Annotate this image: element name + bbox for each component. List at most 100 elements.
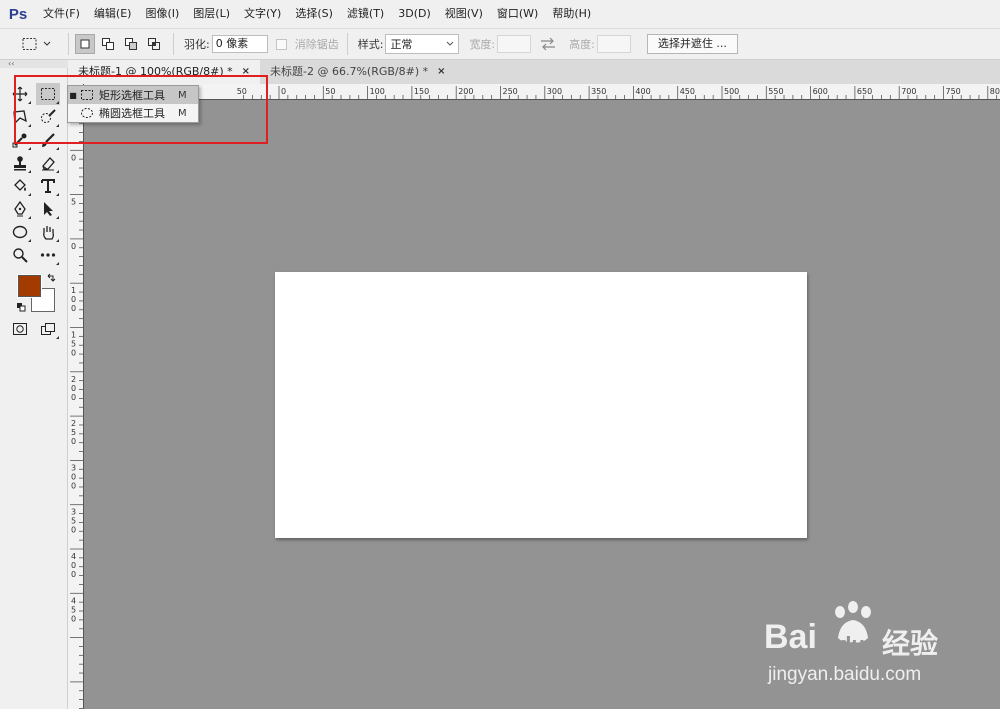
swap-colors-icon[interactable]: [46, 273, 56, 283]
stamp-tool[interactable]: [8, 152, 32, 174]
ruler-label: 2: [71, 419, 76, 428]
type-icon: [41, 179, 55, 193]
chevron-down-icon: [447, 41, 454, 46]
menu-layer[interactable]: 图层(L): [186, 0, 237, 28]
ruler-label: 250: [503, 87, 518, 96]
ruler-label: 0: [71, 153, 76, 162]
stamp-icon: [14, 156, 26, 171]
menu-type[interactable]: 文字(Y): [237, 0, 288, 28]
ruler-label: 750: [946, 87, 961, 96]
ruler-label: 3: [71, 508, 76, 517]
select-and-mask-button[interactable]: 选择并遮住 ...: [646, 34, 738, 54]
options-divider: [68, 33, 69, 55]
default-colors-icon[interactable]: [16, 302, 26, 312]
tab-document-2[interactable]: 未标题-2 @ 66.7%(RGB/8#) * ×: [260, 60, 456, 84]
ruler-label: 800: [990, 87, 1000, 96]
swap-dimensions-icon[interactable]: [535, 36, 561, 52]
menu-help[interactable]: 帮助(H): [545, 0, 598, 28]
toolbox: [0, 68, 68, 709]
quick-mask-button[interactable]: [8, 318, 32, 340]
panel-collapse-button[interactable]: ‹‹: [0, 60, 68, 68]
options-bar: 羽化: 0 像素 消除锯齿 样式: 正常 宽度: 高度: 选择并遮住 ...: [0, 28, 1000, 60]
ruler-label: 5: [71, 340, 76, 349]
ruler-label: 400: [635, 87, 650, 96]
vertical-ruler[interactable]: 5050100150200250300350400450: [68, 100, 84, 709]
menu-filter[interactable]: 滤镜(T): [340, 0, 391, 28]
ruler-label: 0: [71, 393, 76, 402]
height-input[interactable]: [596, 35, 631, 53]
ruler-label: 0: [71, 561, 76, 570]
path-selection-tool[interactable]: [36, 198, 60, 220]
annotation-highlight: [14, 75, 268, 144]
ruler-label: 0: [71, 472, 76, 481]
ruler-label: 50: [325, 87, 335, 96]
style-value: 正常: [390, 38, 413, 51]
menu-window[interactable]: 窗口(W): [490, 0, 545, 28]
width-input[interactable]: [497, 35, 532, 53]
close-icon[interactable]: ×: [437, 60, 445, 84]
style-select[interactable]: 正常: [385, 34, 460, 54]
watermark-brand-du: du: [838, 632, 865, 657]
hand-tool[interactable]: [36, 221, 60, 243]
ruler-label: 5: [71, 198, 76, 207]
ruler-label: 5: [71, 428, 76, 437]
ruler-label: 450: [680, 87, 695, 96]
vertical-ruler-ticks: 5050100150200250300350400450: [70, 105, 83, 709]
ruler-label: 350: [591, 87, 606, 96]
ruler-label: 1: [71, 286, 76, 295]
menu-bar: Ps 文件(F) 编辑(E) 图像(I) 图层(L) 文字(Y) 选择(S) 滤…: [0, 0, 1000, 28]
menu-file[interactable]: 文件(F): [36, 0, 87, 28]
zoom-tool[interactable]: [8, 244, 32, 266]
subtract-selection-button[interactable]: [121, 34, 141, 54]
intersect-selection-icon: [148, 38, 160, 50]
ruler-label: 2: [71, 375, 76, 384]
options-divider: [173, 33, 174, 55]
shape-tool[interactable]: [8, 221, 32, 243]
subtract-selection-icon: [125, 38, 137, 50]
feather-input[interactable]: 0 像素: [211, 35, 268, 53]
paint-bucket-tool[interactable]: [8, 175, 32, 197]
ruler-label: 4: [71, 596, 76, 605]
pen-tool[interactable]: [8, 198, 32, 220]
menu-edit[interactable]: 编辑(E): [87, 0, 139, 28]
ruler-label: 0: [71, 481, 76, 490]
ruler-label: 700: [901, 87, 916, 96]
height-label: 高度:: [569, 38, 595, 51]
paint-bucket-icon: [14, 179, 26, 191]
ruler-label: 0: [71, 349, 76, 358]
ruler-label: 0: [71, 526, 76, 535]
more-tools[interactable]: [36, 244, 60, 266]
watermark-brand: Bai: [764, 618, 817, 656]
add-selection-button[interactable]: [98, 34, 118, 54]
foreground-color-swatch[interactable]: [17, 274, 42, 298]
screen-mode-button[interactable]: [36, 318, 60, 340]
menu-image[interactable]: 图像(I): [138, 0, 186, 28]
hand-icon: [43, 226, 54, 240]
ruler-label: 0: [71, 570, 76, 579]
ruler-label: 0: [71, 384, 76, 393]
type-tool[interactable]: [36, 175, 60, 197]
screen-mode-icon: [41, 323, 55, 335]
antialias-checkbox[interactable]: [275, 38, 287, 50]
ruler-label: 4: [71, 552, 76, 561]
arrow-pointer-icon: [44, 202, 53, 216]
menu-select[interactable]: 选择(S): [288, 0, 340, 28]
style-label: 样式:: [357, 38, 384, 51]
eraser-icon: [42, 157, 55, 171]
eraser-tool[interactable]: [36, 152, 60, 174]
ruler-label: 0: [281, 87, 286, 96]
intersect-selection-button[interactable]: [144, 34, 164, 54]
ruler-label: 550: [768, 87, 783, 96]
document-canvas[interactable]: [275, 272, 807, 538]
ruler-label: 150: [414, 87, 429, 96]
ellipse-shape-icon: [12, 225, 28, 239]
new-selection-button[interactable]: [75, 34, 95, 54]
ruler-label: 1: [71, 331, 76, 340]
ruler-label: 0: [71, 304, 76, 313]
menu-view[interactable]: 视图(V): [438, 0, 490, 28]
ruler-label: 3: [71, 463, 76, 472]
quick-mask-icon: [13, 323, 27, 335]
tool-preset-picker[interactable]: [14, 31, 62, 57]
menu-3d[interactable]: 3D(D): [391, 0, 438, 28]
feather-label: 羽化:: [184, 38, 210, 51]
